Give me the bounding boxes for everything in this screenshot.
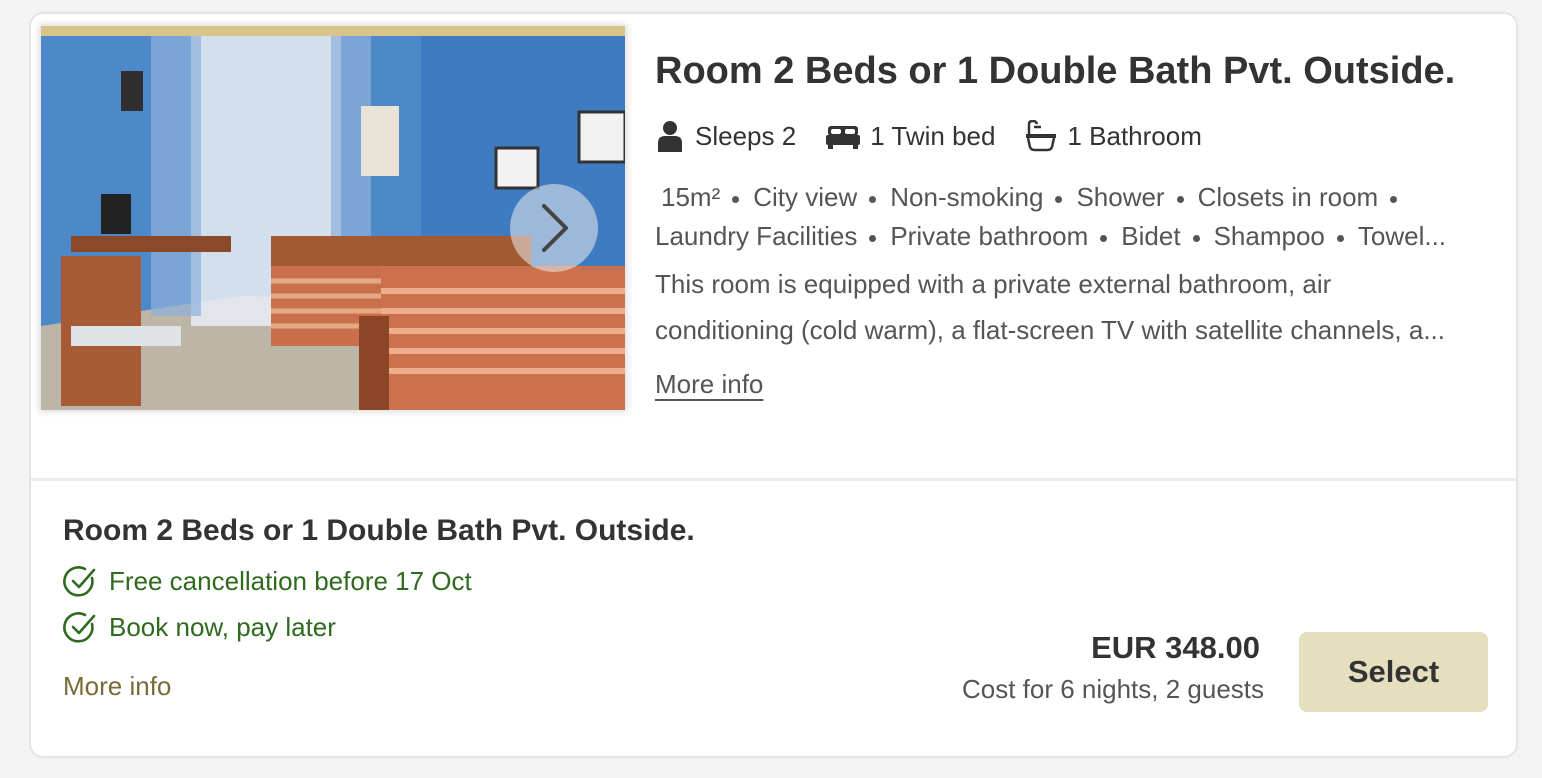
check-circle-icon xyxy=(63,566,96,597)
fact-beds-label: 1 Twin bed xyxy=(870,120,996,151)
perk-free-cancellation: Free cancellation before 17 Oct xyxy=(63,564,472,598)
fact-sleeps: Sleeps 2 xyxy=(655,120,796,152)
amenity-city-view: City view xyxy=(753,182,858,212)
separator-dot xyxy=(869,195,877,203)
separator-dot xyxy=(1390,195,1398,203)
rate-title: Room 2 Beds or 1 Double Bath Pvt. Outsid… xyxy=(63,514,695,547)
chevron-right-icon xyxy=(542,204,568,252)
room-facts: Sleeps 2 1 Twin bed 1 Bathroom xyxy=(655,120,1232,152)
separator-dot xyxy=(1100,234,1108,242)
amenity-bidet: Bidet xyxy=(1121,221,1181,251)
amenities-line-1: 15m² City view Non-smoking Shower Closets in… xyxy=(655,178,1505,217)
separator-dot xyxy=(1192,234,1200,242)
perk-pay-later: Book now, pay later xyxy=(63,610,336,644)
perk-pay-later-label: Book now, pay later xyxy=(109,611,336,642)
room-title: Room 2 Beds or 1 Double Bath Pvt. Outsid… xyxy=(655,50,1456,92)
amenity-shower: Shower xyxy=(1076,182,1165,212)
room-card: Room 2 Beds or 1 Double Bath Pvt. Outsid… xyxy=(29,12,1518,758)
description-line-1: This room is equipped with a private ext… xyxy=(655,269,1332,299)
amenity-closets: Closets in room xyxy=(1197,182,1379,212)
amenities-list: 15m² City view Non-smoking Shower Closets in… xyxy=(655,178,1505,256)
room-description: This room is equipped with a private ext… xyxy=(655,261,1500,353)
fact-bathrooms-label: 1 Bathroom xyxy=(1067,120,1202,151)
separator-dot xyxy=(1055,195,1063,203)
carousel-next-button[interactable] xyxy=(510,184,598,272)
amenity-non-smoking: Non-smoking xyxy=(890,182,1044,212)
rate-more-info-link[interactable]: More info xyxy=(63,671,171,702)
rate-cost-note: Cost for 6 nights, 2 guests xyxy=(961,674,1264,704)
check-circle-icon xyxy=(63,612,96,643)
amenities-line-2: Laundry Facilities Private bathroom Bidet S… xyxy=(655,217,1505,256)
perk-free-cancellation-label: Free cancellation before 17 Oct xyxy=(109,565,472,596)
person-icon xyxy=(658,121,682,152)
separator-dot xyxy=(732,195,740,203)
room-photo[interactable] xyxy=(41,26,625,410)
amenity-towels: Towel... xyxy=(1357,221,1447,251)
amenity-area: 15m² xyxy=(661,182,721,212)
amenity-shampoo: Shampoo xyxy=(1213,221,1325,251)
room-summary: Room 2 Beds or 1 Double Bath Pvt. Outsid… xyxy=(31,14,1516,478)
section-divider xyxy=(31,478,1516,481)
bathtub-icon xyxy=(1026,120,1057,152)
description-line-2: conditioning (cold warm), a flat-screen … xyxy=(655,315,1445,345)
select-button[interactable]: Select xyxy=(1299,632,1488,712)
separator-dot xyxy=(869,234,877,242)
fact-beds: 1 Twin bed xyxy=(826,121,995,152)
fact-bathrooms: 1 Bathroom xyxy=(1025,120,1202,152)
separator-dot xyxy=(1336,234,1344,242)
rate-price: EUR 348.00 xyxy=(1091,630,1260,665)
fact-sleeps-label: Sleeps 2 xyxy=(695,120,797,151)
amenity-laundry: Laundry Facilities xyxy=(655,221,858,251)
bed-icon xyxy=(826,126,861,149)
amenity-private-bathroom: Private bathroom xyxy=(890,221,1089,251)
separator-dot xyxy=(1176,195,1184,203)
room-more-info-link[interactable]: More info xyxy=(655,369,763,400)
